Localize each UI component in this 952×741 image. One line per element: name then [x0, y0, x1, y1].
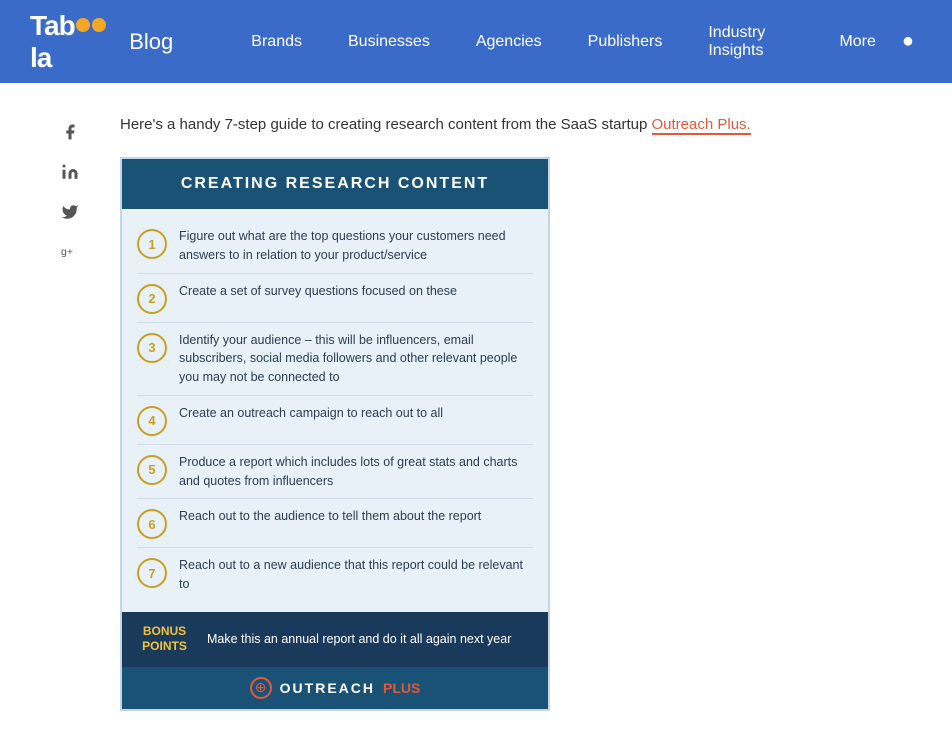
brand-name: OUTREACH — [280, 680, 375, 696]
header-right: ● — [894, 22, 922, 61]
svg-text:g+: g+ — [61, 246, 73, 258]
step-number-7: 7 — [137, 558, 167, 588]
nav-agencies[interactable]: Agencies — [458, 0, 560, 83]
brand-circle-icon — [250, 677, 272, 699]
logo-oo-left — [76, 18, 90, 32]
infographic-bonus: BONUS POINTS Make this an annual report … — [122, 612, 548, 667]
nav-more[interactable]: More — [821, 0, 893, 83]
step-text-1: Figure out what are the top questions yo… — [179, 227, 533, 265]
bonus-text: Make this an annual report and do it all… — [207, 632, 511, 646]
logo-blog: Blog — [129, 29, 173, 55]
intro-text-before: Here's a handy 7-step guide to creating … — [120, 116, 652, 133]
step-text-6: Reach out to the audience to tell them a… — [179, 507, 481, 526]
brand-plus: PLUS — [383, 680, 420, 696]
step-number-3: 3 — [137, 333, 167, 363]
step-text-3: Identify your audience – this will be in… — [179, 331, 533, 387]
article-content: Here's a handy 7-step guide to creating … — [100, 113, 912, 711]
step-row-1: 1 Figure out what are the top questions … — [137, 219, 533, 274]
step-text-2: Create a set of survey questions focused… — [179, 282, 457, 301]
intro-paragraph: Here's a handy 7-step guide to creating … — [120, 113, 912, 137]
infographic-brand: OUTREACH PLUS — [122, 667, 548, 709]
step-text-5: Produce a report which includes lots of … — [179, 453, 533, 491]
nav-businesses[interactable]: Businesses — [330, 0, 448, 83]
social-sidebar: g+ — [40, 113, 100, 711]
facebook-icon[interactable] — [61, 123, 79, 141]
content-area: g+ Here's a handy 7-step guide to creati… — [0, 83, 952, 741]
step-row-3: 3 Identify your audience – this will be … — [137, 323, 533, 396]
site-logo[interactable]: Tabla Blog — [30, 10, 173, 74]
logo-oo-right — [92, 18, 106, 32]
logo-text: Tabla — [30, 10, 121, 74]
step-number-4: 4 — [137, 406, 167, 436]
twitter-icon[interactable] — [61, 203, 79, 221]
nav-industry-insights[interactable]: Industry Insights — [690, 0, 811, 83]
step-row-2: 2 Create a set of survey questions focus… — [137, 274, 533, 323]
infographic-steps: 1 Figure out what are the top questions … — [122, 209, 548, 612]
step-text-4: Create an outreach campaign to reach out… — [179, 404, 443, 423]
step-row-4: 4 Create an outreach campaign to reach o… — [137, 396, 533, 445]
step-row-6: 6 Reach out to the audience to tell them… — [137, 499, 533, 548]
infographic-title: CREATING RESEARCH CONTENT — [122, 159, 548, 209]
step-text-7: Reach out to a new audience that this re… — [179, 556, 533, 594]
step-number-6: 6 — [137, 509, 167, 539]
step-number-5: 5 — [137, 455, 167, 485]
site-header: Tabla Blog Brands Businesses Agencies Pu… — [0, 0, 952, 83]
step-row-7: 7 Reach out to a new audience that this … — [137, 548, 533, 602]
step-number-1: 1 — [137, 229, 167, 259]
bonus-label: BONUS POINTS — [137, 624, 192, 655]
nav-publishers[interactable]: Publishers — [570, 0, 681, 83]
main-nav: Brands Businesses Agencies Publishers In… — [233, 0, 894, 83]
nav-brands[interactable]: Brands — [233, 0, 320, 83]
search-icon[interactable]: ● — [894, 22, 922, 61]
outreach-link[interactable]: Outreach Plus. — [652, 116, 751, 135]
step-row-5: 5 Produce a report which includes lots o… — [137, 445, 533, 500]
step-number-2: 2 — [137, 284, 167, 314]
linkedin-icon[interactable] — [61, 163, 79, 181]
googleplus-icon[interactable]: g+ — [60, 243, 80, 261]
infographic-card: CREATING RESEARCH CONTENT 1 Figure out w… — [120, 157, 550, 711]
